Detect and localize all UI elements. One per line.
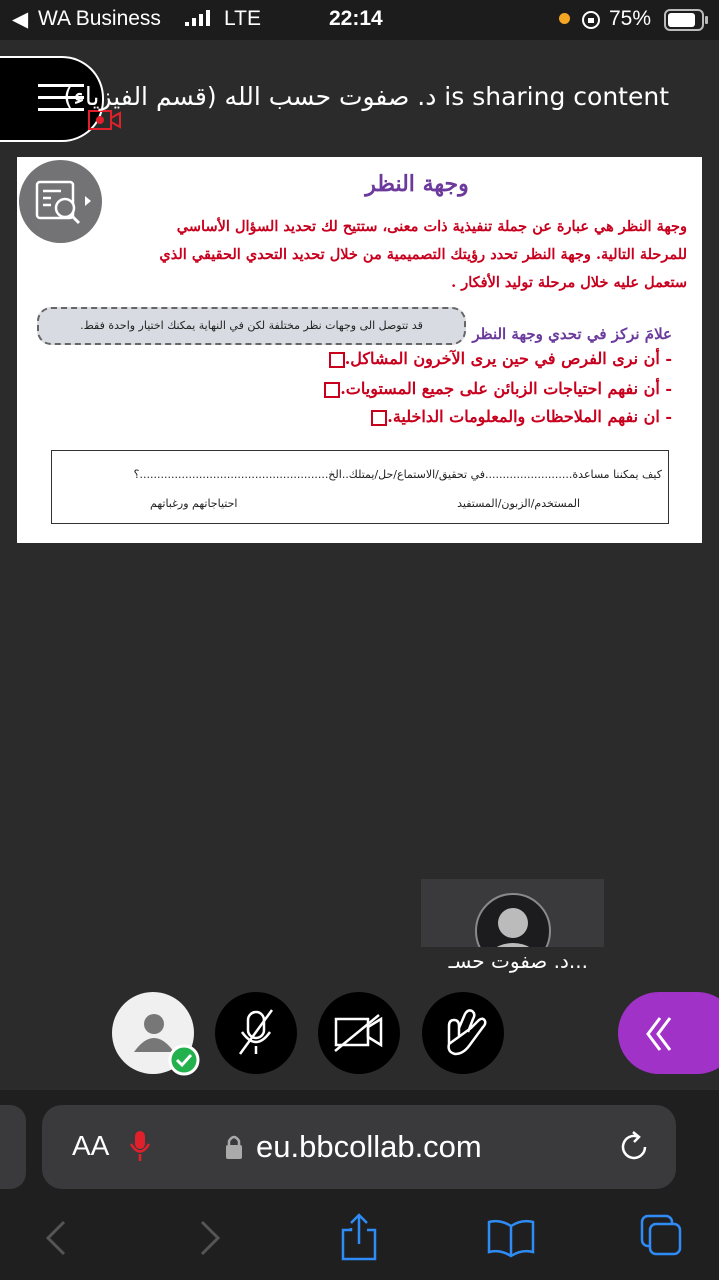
task-label-user: المستخدم/الزبون/المستفيد: [457, 497, 580, 510]
orientation-lock-icon: [582, 11, 600, 29]
slide-bullet-1: - أن نرى الفرص في حين يرى الآخرون المشاك…: [323, 349, 672, 368]
available-check-icon: [168, 1044, 200, 1076]
battery-percent: 75%: [609, 7, 652, 30]
checkbox-icon: [371, 409, 388, 426]
network-label: LTE: [224, 7, 261, 30]
zoom-document-icon: [35, 180, 91, 225]
my-status-button[interactable]: [112, 992, 200, 1076]
clock: 22:14: [329, 7, 383, 30]
camera-off-icon: [334, 1014, 383, 1052]
slide-paragraph-line-3: ستعمل عليه خلال مرحلة توليد الأفكار .: [451, 274, 687, 291]
slide-note-bubble: قد تتوصل الى وجهات نظر مختلفة لكن في الن…: [37, 307, 466, 345]
forward-icon[interactable]: [196, 1218, 224, 1258]
slide-focus-label: علامَ نركز في تحدي وجهة النظر: [472, 325, 672, 343]
reload-icon[interactable]: [616, 1129, 652, 1165]
microphone-icon[interactable]: [128, 1129, 152, 1163]
slide-bullet-2: - أن نفهم احتياجات الزبائن على جميع المس…: [318, 379, 672, 398]
slide-paragraph-line-2: للمرحلة التالية. وجهة النظر تحدد رؤيتك ا…: [159, 246, 687, 263]
tabs-icon[interactable]: [638, 1212, 686, 1260]
participant-tile[interactable]: د. صفوت حسـ...: [421, 879, 604, 979]
zoom-content-button[interactable]: [19, 160, 102, 243]
microphone-button[interactable]: [215, 992, 297, 1074]
carrier-label: WA Business: [38, 7, 161, 30]
collaborate-panel-button[interactable]: [618, 992, 719, 1074]
task-label-needs: احتياجاتهم ورغباتهم: [150, 497, 238, 510]
reader-settings-button[interactable]: AA: [72, 1130, 109, 1162]
slide-title: وجهة النظر: [365, 171, 469, 197]
sharing-banner: د. صفوت حسب الله (قسم الفيزياء) is shari…: [63, 82, 669, 111]
bullet-text: - أن نفهم احتياجات الزبائن على جميع المس…: [340, 379, 672, 398]
slide-paragraph-line-1: وجهة النظر هي عبارة عن جملة تنفيذية ذات …: [176, 218, 687, 235]
checkbox-icon: [328, 351, 345, 368]
orange-dot-icon: [559, 13, 570, 24]
back-icon[interactable]: [42, 1218, 70, 1258]
double-chevron-left-icon: [646, 1017, 672, 1051]
checkbox-icon: [324, 381, 341, 398]
slide-bullet-3: - ان نفهم الملاحظات والمعلومات الداخلية.: [365, 407, 672, 426]
back-arrow-icon[interactable]: ◀: [12, 7, 28, 32]
bullet-text: - أن نرى الفرص في حين يرى الآخرون المشاك…: [344, 349, 672, 368]
recording-icon: [88, 110, 121, 130]
microphone-off-icon: [238, 1009, 274, 1055]
address-bar[interactable]: AA eu.bbcollab.com: [42, 1105, 676, 1189]
share-icon[interactable]: [338, 1212, 380, 1262]
bullet-text: - ان نفهم الملاحظات والمعلومات الداخلية.: [387, 407, 672, 426]
slide-task-box: كيف يمكننا مساعدة.......................…: [51, 450, 669, 524]
raise-hand-icon: [447, 1009, 487, 1056]
participant-name: د. صفوت حسـ...: [448, 949, 588, 973]
bookmarks-icon[interactable]: [486, 1216, 536, 1258]
status-bar: ◀ WA Business LTE 22:14 75%: [0, 0, 719, 40]
task-line: كيف يمكننا مساعدة.......................…: [133, 468, 662, 481]
lock-icon: [226, 1135, 242, 1159]
battery-icon: [664, 9, 708, 31]
url-text[interactable]: eu.bbcollab.com: [256, 1129, 482, 1165]
camera-button[interactable]: [318, 992, 400, 1074]
raise-hand-button[interactable]: [422, 992, 504, 1074]
signal-icon: [185, 10, 210, 26]
previous-tab-preview[interactable]: [0, 1105, 26, 1189]
shared-slide: وجهة النظر وجهة النظر هي عبارة عن جملة ت…: [17, 157, 702, 543]
